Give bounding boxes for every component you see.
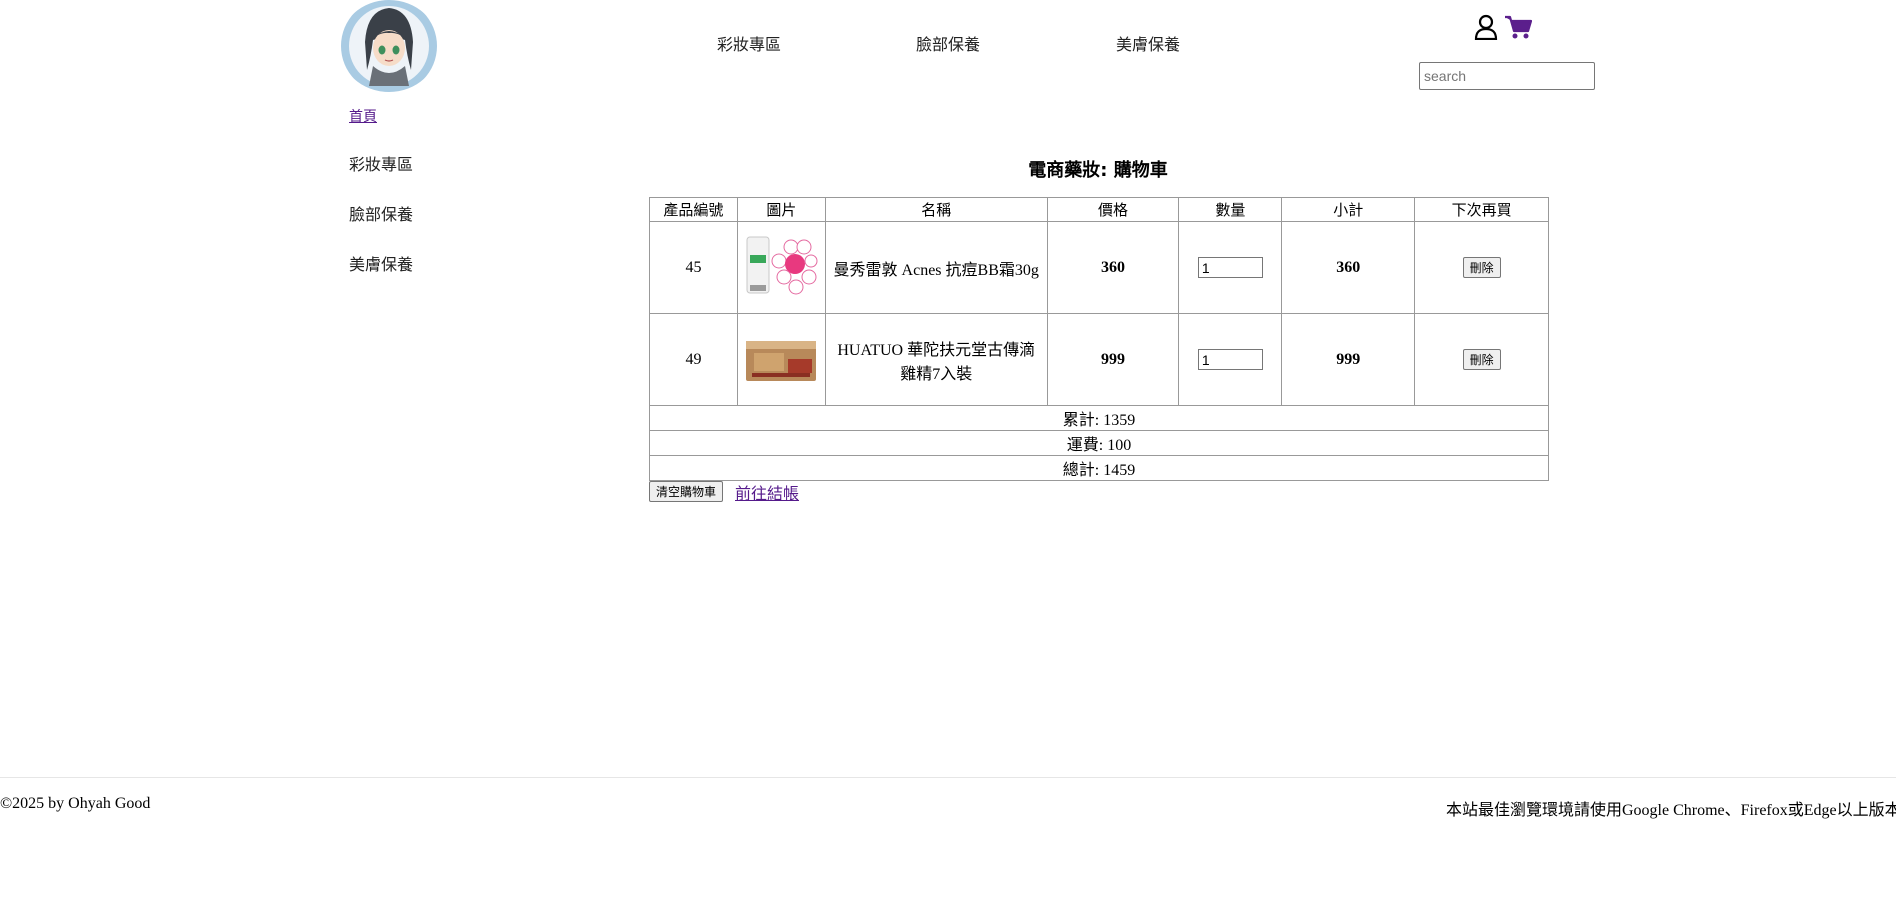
nav-makeup[interactable]: 彩妝專區: [717, 31, 781, 55]
breadcrumb-home-link[interactable]: 首頁: [349, 106, 377, 126]
shipping-row: 運費: 100: [649, 430, 1549, 456]
clear-cart-button[interactable]: 清空購物車: [649, 481, 724, 502]
total-row: 總計: 1459: [649, 455, 1549, 481]
product-name: 曼秀雷敦 Acnes 抗痘BB霜30g: [824, 221, 1048, 314]
product-image: [736, 313, 826, 406]
product-subtotal: 360: [1281, 221, 1416, 314]
user-icon[interactable]: [1474, 14, 1498, 41]
delete-button[interactable]: 刪除: [1462, 349, 1501, 370]
shopping-cart-icon[interactable]: [1504, 14, 1533, 40]
sidebar-item-skin-care[interactable]: 美膚保養: [349, 251, 413, 275]
search-input[interactable]: [1419, 62, 1595, 90]
quantity-input[interactable]: [1197, 349, 1263, 370]
column-header-price: 價格: [1046, 197, 1180, 222]
buy-later-cell: 刪除: [1414, 313, 1549, 406]
product-image: [736, 221, 826, 314]
column-header-buy-later: 下次再買: [1414, 197, 1549, 222]
shipping-fee: 運費: 100: [649, 430, 1549, 456]
cart-total: 總計: 1459: [649, 455, 1549, 481]
site-logo[interactable]: [339, 0, 439, 92]
column-header-image: 圖片: [736, 197, 826, 222]
column-header-id: 產品編號: [649, 197, 738, 222]
nav-skin-care[interactable]: 美膚保養: [1116, 31, 1180, 55]
quantity-cell: [1178, 221, 1283, 314]
footer-browser-note: 本站最佳瀏覽環境請使用Google Chrome、Firefox或Edge以上版…: [1446, 802, 1896, 819]
sidebar-item-makeup[interactable]: 彩妝專區: [349, 151, 413, 175]
sum-row: 累計: 1359: [649, 405, 1549, 431]
product-id: 49: [649, 313, 738, 406]
page-title: 電商藥妝: 購物車: [1028, 160, 1168, 181]
quantity-cell: [1178, 313, 1283, 406]
cart-table: 產品編號 圖片 名稱 價格 數量 小計 下次再買 45 曼秀雷敦 Acnes 抗…: [649, 197, 1549, 481]
product-price: 360: [1046, 221, 1180, 314]
buy-later-cell: 刪除: [1414, 221, 1549, 314]
column-header-subtotal: 小計: [1281, 197, 1416, 222]
checkout-link[interactable]: 前往結帳: [735, 480, 799, 504]
table-row: 49 HUATUO 華陀扶元堂古傳滴雞精7入裝 999 999 刪除: [649, 313, 1549, 406]
quantity-input[interactable]: [1197, 257, 1263, 278]
product-subtotal: 999: [1281, 313, 1416, 406]
sidebar-item-face-care[interactable]: 臉部保養: [349, 201, 413, 225]
product-id: 45: [649, 221, 738, 314]
column-header-quantity: 數量: [1178, 197, 1283, 222]
product-name: HUATUO 華陀扶元堂古傳滴雞精7入裝: [824, 313, 1048, 406]
footer-divider: [0, 777, 1896, 778]
footer-copyright: ©2025 by Ohyah Good: [0, 795, 151, 812]
cart-sum: 累計: 1359: [649, 405, 1549, 431]
chicken-essence-product-image: [746, 340, 817, 381]
delete-button[interactable]: 刪除: [1462, 257, 1501, 278]
table-header-row: 產品編號 圖片 名稱 價格 數量 小計 下次再買: [649, 197, 1549, 222]
table-row: 45 曼秀雷敦 Acnes 抗痘BB霜30g 360 1 360 刪除: [649, 221, 1549, 314]
column-header-name: 名稱: [824, 197, 1048, 222]
nav-face-care[interactable]: 臉部保養: [916, 31, 980, 55]
bb-cream-product-image: [746, 236, 818, 294]
product-price: 999: [1046, 313, 1180, 406]
